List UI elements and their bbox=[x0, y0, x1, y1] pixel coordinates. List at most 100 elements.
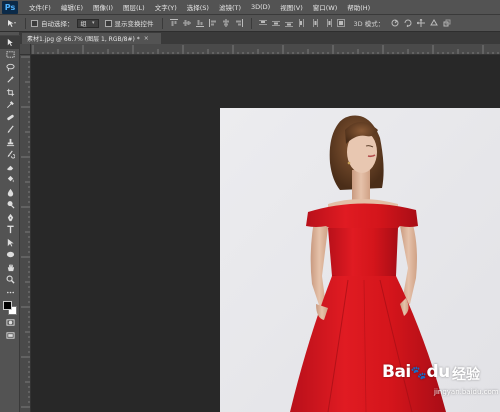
align-bottom-icon[interactable] bbox=[196, 19, 205, 28]
menu-window[interactable]: 窗口(W) bbox=[308, 2, 343, 12]
3d-roll-icon[interactable] bbox=[403, 19, 412, 28]
move-icon bbox=[7, 38, 13, 46]
auto-select-checkbox[interactable] bbox=[31, 19, 38, 27]
align-top-icon[interactable] bbox=[170, 19, 179, 28]
healing-brush-tool[interactable] bbox=[0, 111, 20, 124]
canvas-area[interactable]: Bai🐾du 经验 jingyan.baidu.com bbox=[31, 55, 500, 412]
menu-filter[interactable]: 滤镜(T) bbox=[214, 2, 246, 12]
menu-bar: Ps 文件(F) 编辑(E) 图像(I) 图层(L) 文字(Y) 选择(S) 滤… bbox=[0, 0, 500, 15]
document-tab-bar: 素材1.jpg @ 66.7% (图层 1, RGB/8#) * × bbox=[20, 32, 500, 44]
color-swatches bbox=[0, 299, 20, 317]
watermark-brand-suffix: du bbox=[426, 362, 450, 382]
distribute-top-icon[interactable] bbox=[259, 19, 268, 28]
type-tool[interactable] bbox=[0, 224, 20, 237]
crop-icon bbox=[6, 88, 14, 96]
3d-slide-icon[interactable] bbox=[429, 19, 438, 28]
stamp-icon bbox=[6, 138, 14, 146]
auto-select-value: 组 bbox=[80, 20, 87, 28]
hand-icon bbox=[7, 264, 14, 271]
quick-select-tool[interactable] bbox=[0, 74, 20, 87]
distribute-left-icon[interactable] bbox=[298, 19, 307, 28]
path-select-tool[interactable] bbox=[0, 236, 20, 249]
watermark-brand-prefix: Bai bbox=[382, 362, 411, 382]
menu-select[interactable]: 选择(S) bbox=[182, 2, 214, 12]
hand-tool[interactable] bbox=[0, 261, 20, 274]
magic-wand-icon bbox=[6, 76, 14, 83]
3d-pan-icon[interactable] bbox=[416, 19, 425, 28]
menu-file[interactable]: 文件(F) bbox=[24, 2, 56, 12]
gradient-tool[interactable] bbox=[0, 174, 20, 187]
align-right-icon[interactable] bbox=[235, 19, 244, 28]
ellipsis-icon bbox=[6, 291, 14, 294]
menu-edit[interactable]: 编辑(E) bbox=[56, 2, 88, 12]
screen-mode-button[interactable] bbox=[0, 329, 20, 342]
distribute-right-icon[interactable] bbox=[324, 19, 333, 28]
shape-tool[interactable] bbox=[0, 249, 20, 262]
horizontal-ruler-ticks bbox=[32, 45, 499, 54]
document-tab[interactable]: 素材1.jpg @ 66.7% (图层 1, RGB/8#) * × bbox=[22, 33, 161, 44]
photoshop-logo: Ps bbox=[2, 0, 18, 14]
bandage-icon bbox=[6, 114, 14, 120]
menu-image[interactable]: 图像(I) bbox=[88, 2, 118, 12]
horizontal-ruler[interactable] bbox=[31, 44, 500, 55]
lasso-tool[interactable] bbox=[0, 61, 20, 74]
distribute-hcenter-icon[interactable] bbox=[311, 19, 320, 28]
3d-rotate-icon[interactable] bbox=[390, 19, 399, 28]
options-bar: 自动选择： 组 ▾ 显示变换控件 3D 模式： bbox=[0, 15, 500, 32]
distribute-bottom-icon[interactable] bbox=[285, 19, 294, 28]
align-hcenter-icon[interactable] bbox=[222, 19, 231, 28]
quick-mask-icon bbox=[5, 319, 15, 326]
3d-mode-label: 3D 模式： bbox=[353, 20, 385, 28]
menu-type[interactable]: 文字(Y) bbox=[150, 2, 182, 12]
close-icon[interactable]: × bbox=[144, 35, 149, 42]
pen-icon bbox=[7, 213, 13, 221]
auto-select-dropdown[interactable]: 组 ▾ bbox=[76, 18, 99, 28]
menu-view[interactable]: 视图(V) bbox=[275, 2, 308, 12]
menu-3d[interactable]: 3D(D) bbox=[246, 3, 275, 11]
more-tools[interactable] bbox=[0, 286, 20, 299]
path-select-icon bbox=[7, 238, 14, 247]
align-left-icon[interactable] bbox=[209, 19, 218, 28]
history-brush-tool[interactable] bbox=[0, 149, 20, 162]
eyedropper-tool[interactable] bbox=[0, 99, 20, 112]
blur-tool[interactable] bbox=[0, 186, 20, 199]
crop-tool[interactable] bbox=[0, 86, 20, 99]
vertical-ruler[interactable] bbox=[20, 55, 31, 412]
auto-align-icon[interactable] bbox=[337, 19, 346, 28]
dodge-tool[interactable] bbox=[0, 199, 20, 212]
ellipse-shape-icon bbox=[6, 252, 14, 258]
show-transform-label: 显示变换控件 bbox=[114, 20, 154, 28]
eraser-icon bbox=[6, 165, 13, 170]
clone-stamp-tool[interactable] bbox=[0, 136, 20, 149]
align-vcenter-icon[interactable] bbox=[183, 19, 192, 28]
move-tool-preset-button[interactable] bbox=[4, 18, 20, 29]
zoom-tool[interactable] bbox=[0, 274, 20, 287]
menu-layer[interactable]: 图层(L) bbox=[118, 2, 150, 12]
pen-tool[interactable] bbox=[0, 211, 20, 224]
auto-select-label: 自动选择： bbox=[41, 20, 74, 28]
marquee-tool[interactable] bbox=[0, 49, 20, 62]
ruler-origin[interactable] bbox=[20, 44, 31, 55]
drop-icon bbox=[7, 188, 13, 197]
magnifier-icon bbox=[6, 275, 15, 284]
screen-mode-icon bbox=[5, 332, 15, 339]
dodge-icon bbox=[7, 201, 15, 209]
eraser-tool[interactable] bbox=[0, 161, 20, 174]
watermark-brand: Bai🐾du bbox=[382, 362, 450, 382]
brush-tool[interactable] bbox=[0, 124, 20, 137]
brush-icon bbox=[7, 125, 14, 134]
3d-scale-icon[interactable] bbox=[442, 19, 451, 28]
show-transform-checkbox[interactable] bbox=[104, 19, 112, 27]
watermark-cn: 经验 bbox=[452, 367, 480, 383]
history-brush-icon bbox=[7, 150, 15, 159]
rectangular-marquee-icon bbox=[5, 51, 15, 58]
distribute-vcenter-icon[interactable] bbox=[272, 19, 281, 28]
quick-mask-button[interactable] bbox=[0, 317, 20, 330]
vertical-ruler-ticks bbox=[21, 56, 30, 408]
menu-help[interactable]: 帮助(H) bbox=[342, 2, 375, 12]
foreground-color-swatch[interactable] bbox=[3, 300, 12, 310]
eyedropper-icon bbox=[6, 101, 14, 109]
type-icon bbox=[6, 225, 14, 234]
move-tool[interactable] bbox=[0, 36, 20, 49]
document-tab-title: 素材1.jpg @ 66.7% (图层 1, RGB/8#) * bbox=[27, 36, 140, 43]
